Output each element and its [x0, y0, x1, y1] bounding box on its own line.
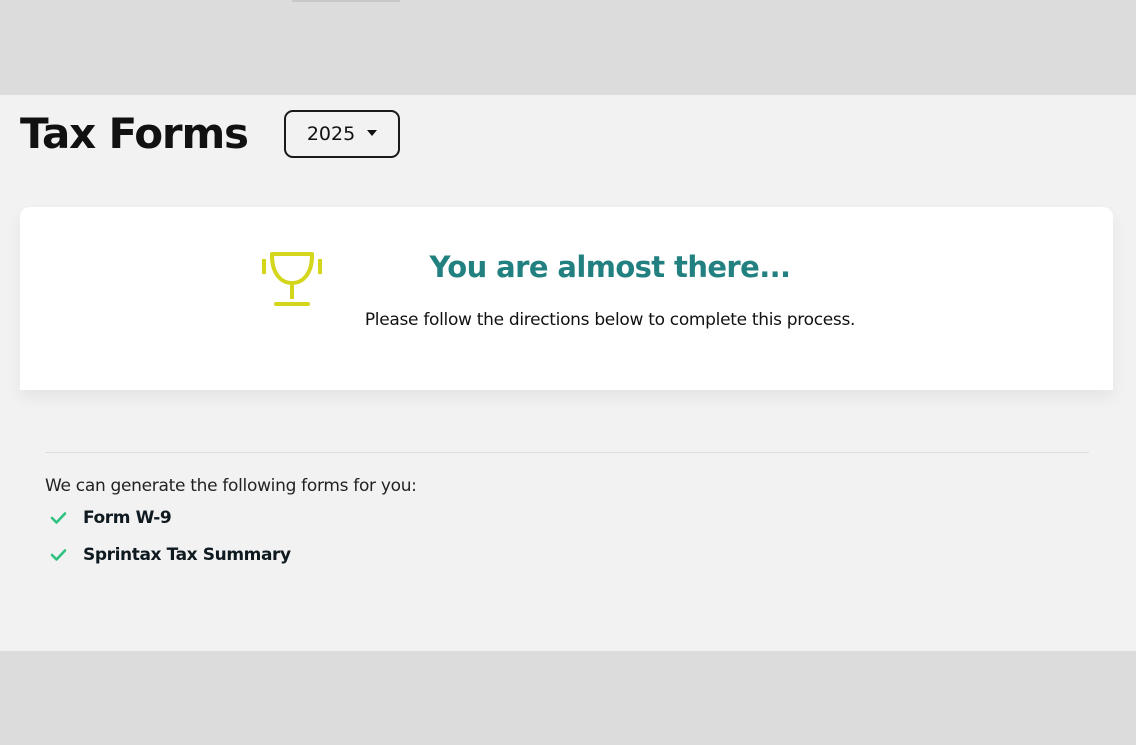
- form-item-label: Form W-9: [83, 508, 172, 528]
- bottom-band: [0, 651, 1136, 745]
- caret-down-icon: [367, 129, 378, 136]
- page-title: Tax Forms: [20, 109, 249, 158]
- trophy-icon: [262, 252, 322, 306]
- forms-section: [20, 432, 1113, 615]
- notice-text: Please follow the directions below to co…: [364, 310, 856, 330]
- forms-intro: We can generate the following forms for …: [45, 476, 417, 496]
- check-icon: [50, 512, 67, 524]
- section-divider: [45, 452, 1089, 453]
- form-item-label: Sprintax Tax Summary: [83, 545, 291, 565]
- top-band: [0, 0, 1136, 95]
- notice-card: [20, 207, 1113, 390]
- form-item-w9: Form W-9: [50, 507, 172, 529]
- top-tab-stub: [292, 0, 400, 2]
- notice-heading: You are almost there...: [429, 250, 792, 284]
- form-item-tax-summary: Sprintax Tax Summary: [50, 544, 291, 566]
- year-select[interactable]: 2025: [284, 110, 400, 158]
- check-icon: [50, 549, 67, 561]
- year-select-value: 2025: [306, 123, 356, 145]
